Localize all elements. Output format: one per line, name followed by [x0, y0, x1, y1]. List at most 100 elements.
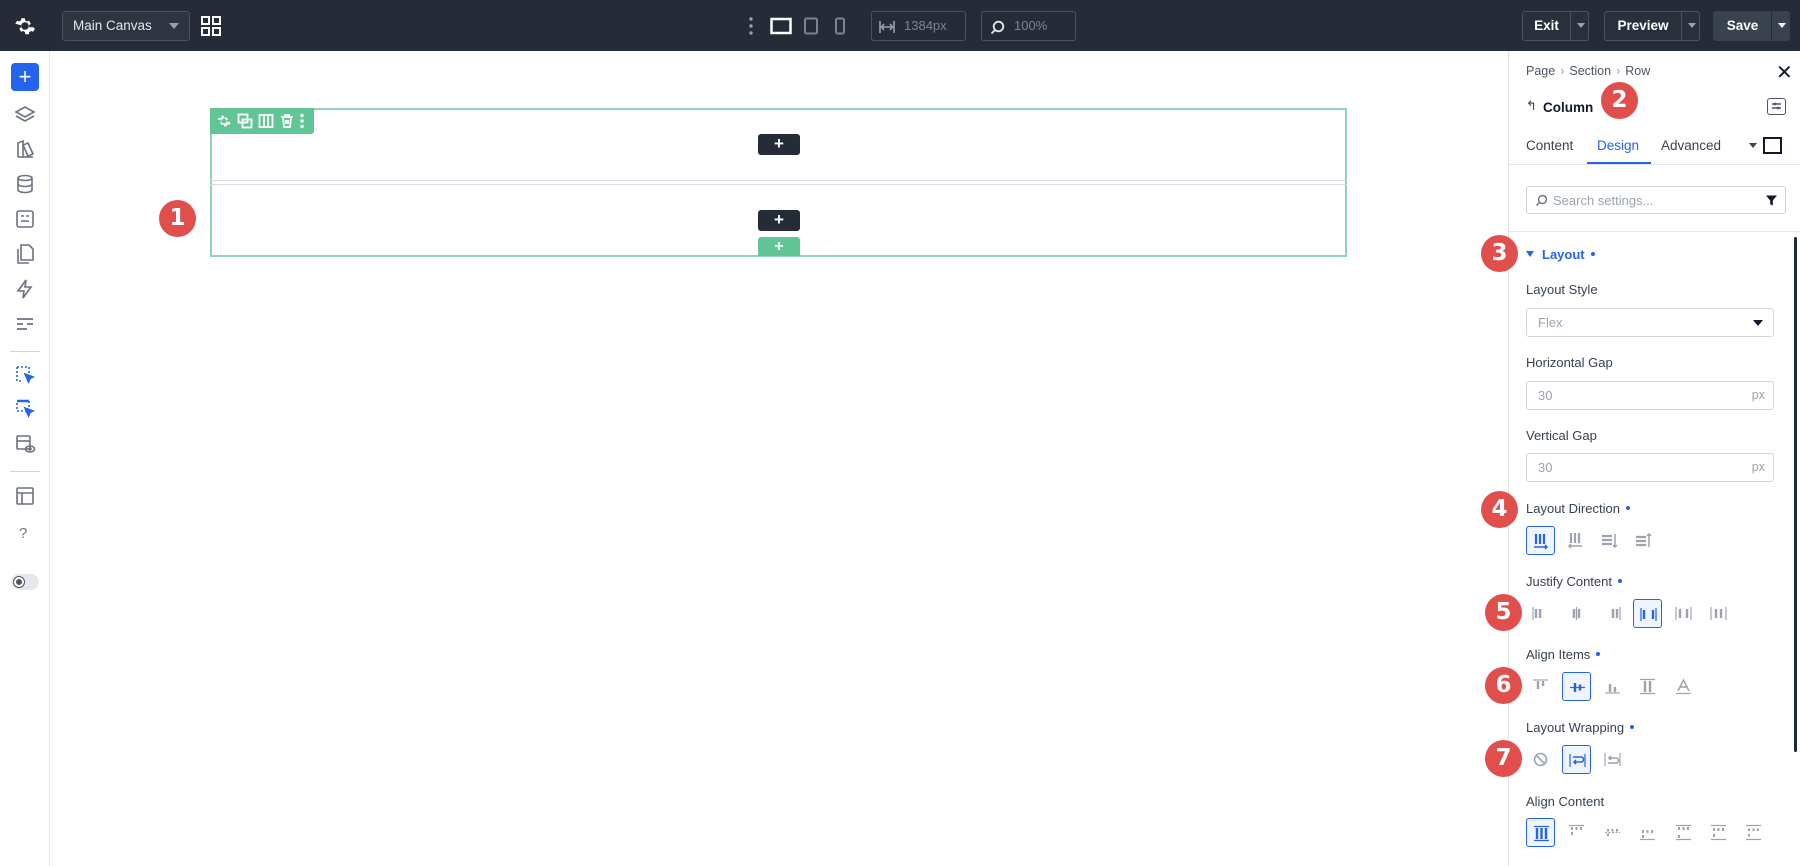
unit-selector[interactable]: px: [1752, 382, 1765, 409]
direction-row-button[interactable]: [1526, 526, 1555, 555]
direction-row-reverse-icon: [1567, 533, 1582, 549]
no-wrap-button[interactable]: [1526, 745, 1555, 774]
search-icon: [1536, 194, 1548, 206]
horizontal-gap-input[interactable]: 30 px: [1526, 381, 1774, 410]
wrap-reverse-icon: [1604, 753, 1621, 766]
chevron-down-icon: [1753, 320, 1763, 326]
layout-style-value: Flex: [1538, 315, 1563, 330]
interactions-bolt-icon[interactable]: [13, 277, 37, 301]
justify-center-icon: [1572, 607, 1581, 620]
direction-column-reverse-button[interactable]: [1629, 526, 1658, 555]
exit-dropdown[interactable]: [1570, 12, 1589, 40]
align-start-icon: [1533, 679, 1548, 689]
back-arrow-icon[interactable]: ↰: [1526, 98, 1537, 114]
breadcrumb-page[interactable]: Page: [1526, 64, 1555, 78]
add-element-button[interactable]: +: [11, 63, 39, 91]
align-content-stretch-button[interactable]: [1526, 818, 1555, 847]
help-icon[interactable]: ?: [19, 525, 27, 542]
justify-content-label: Justify Content: [1526, 574, 1622, 589]
preview-label: Preview: [1617, 18, 1669, 33]
tab-advanced[interactable]: Advanced: [1661, 138, 1721, 153]
save-button[interactable]: Save: [1713, 11, 1790, 41]
align-content-start-button[interactable]: [1562, 818, 1591, 847]
align-items-text: Align Items: [1526, 647, 1591, 662]
direction-column-button[interactable]: [1595, 526, 1624, 555]
align-content-end-button[interactable]: [1633, 818, 1662, 847]
align-content-space-evenly-button[interactable]: [1739, 818, 1768, 847]
wrap-button[interactable]: [1562, 745, 1591, 774]
preview-button[interactable]: Preview: [1604, 11, 1700, 41]
preview-eye-icon[interactable]: [13, 432, 37, 456]
justify-space-around-button[interactable]: [1669, 599, 1698, 628]
close-icon[interactable]: ✕: [1776, 63, 1793, 83]
align-start-button[interactable]: [1526, 672, 1555, 701]
frame-view-icon[interactable]: [1763, 137, 1782, 154]
more-vertical-icon[interactable]: [748, 16, 754, 36]
unit-selector[interactable]: px: [1752, 454, 1765, 481]
forms-icon[interactable]: [13, 207, 37, 231]
select-element-icon[interactable]: [13, 363, 37, 387]
chevron-down-icon[interactable]: [1749, 143, 1757, 148]
search-settings-input[interactable]: [1553, 191, 1753, 210]
layers-icon[interactable]: [13, 103, 37, 127]
justify-end-button[interactable]: [1598, 599, 1627, 628]
panel-scrollbar[interactable]: [1794, 237, 1797, 752]
justify-space-between-button[interactable]: [1633, 599, 1662, 628]
canvas-select[interactable]: Main Canvas: [62, 11, 190, 41]
layout-grid-icon[interactable]: [200, 15, 222, 37]
layout-wrapping-label: Layout Wrapping: [1526, 720, 1635, 735]
add-module-button[interactable]: +: [758, 210, 800, 231]
align-center-button[interactable]: [1562, 672, 1591, 701]
layout-style-select[interactable]: Flex: [1526, 308, 1774, 337]
justify-start-button[interactable]: [1526, 599, 1555, 628]
tab-content[interactable]: Content: [1526, 138, 1573, 153]
justify-space-evenly-button[interactable]: [1704, 599, 1733, 628]
align-content-space-between-button[interactable]: [1669, 818, 1698, 847]
design-library-icon[interactable]: [13, 137, 37, 161]
layout-direction-label: Layout Direction: [1526, 501, 1630, 516]
breadcrumb-row[interactable]: Row: [1625, 64, 1650, 78]
align-baseline-icon: [1676, 678, 1691, 695]
add-row-button[interactable]: +: [758, 237, 800, 256]
layout-section-toggle[interactable]: Layout: [1526, 247, 1595, 262]
delete-trash-icon[interactable]: [279, 113, 295, 129]
vertical-gap-input[interactable]: 30 px: [1526, 453, 1774, 482]
align-content-stretch-icon: [1534, 825, 1549, 842]
align-content-space-around-button[interactable]: [1704, 818, 1733, 847]
filter-icon[interactable]: [1765, 194, 1778, 207]
wrap-reverse-button[interactable]: [1598, 745, 1627, 774]
templates-icon[interactable]: [13, 484, 37, 508]
columns-icon[interactable]: [258, 113, 274, 129]
database-icon[interactable]: [13, 172, 37, 196]
duplicate-icon[interactable]: [237, 113, 253, 129]
align-content-center-button[interactable]: [1598, 818, 1627, 847]
column-settings-gear-icon[interactable]: [216, 113, 232, 129]
pages-icon[interactable]: [13, 242, 37, 266]
exit-button[interactable]: Exit: [1522, 11, 1589, 41]
align-content-start-icon: [1569, 824, 1584, 835]
canvas-width-input[interactable]: 1384px: [871, 11, 966, 41]
presets-icon[interactable]: [1767, 98, 1786, 115]
breadcrumb-section[interactable]: Section: [1569, 64, 1611, 78]
caret-down-icon: [1526, 251, 1534, 257]
select-parent-icon[interactable]: [13, 397, 37, 421]
direction-row-icon: [1534, 534, 1549, 550]
dark-mode-toggle[interactable]: [11, 574, 39, 590]
settings-gear-icon[interactable]: [13, 14, 37, 38]
align-stretch-button[interactable]: [1633, 672, 1662, 701]
save-dropdown[interactable]: [1771, 12, 1790, 40]
settings-sliders-icon[interactable]: [13, 312, 37, 336]
add-module-button[interactable]: +: [758, 134, 800, 155]
more-vertical-icon[interactable]: [299, 113, 305, 129]
tab-design[interactable]: Design: [1597, 138, 1639, 153]
direction-row-reverse-button[interactable]: [1560, 526, 1589, 555]
desktop-view-icon[interactable]: [770, 17, 792, 35]
justify-center-button[interactable]: [1562, 599, 1591, 628]
zoom-input[interactable]: 100%: [981, 11, 1076, 41]
align-baseline-button[interactable]: [1669, 672, 1698, 701]
tablet-view-icon[interactable]: [803, 17, 819, 35]
align-end-button[interactable]: [1598, 672, 1627, 701]
breadcrumb: Page › Section › Row: [1526, 64, 1650, 78]
phone-view-icon[interactable]: [833, 17, 847, 35]
preview-dropdown[interactable]: [1681, 12, 1700, 40]
